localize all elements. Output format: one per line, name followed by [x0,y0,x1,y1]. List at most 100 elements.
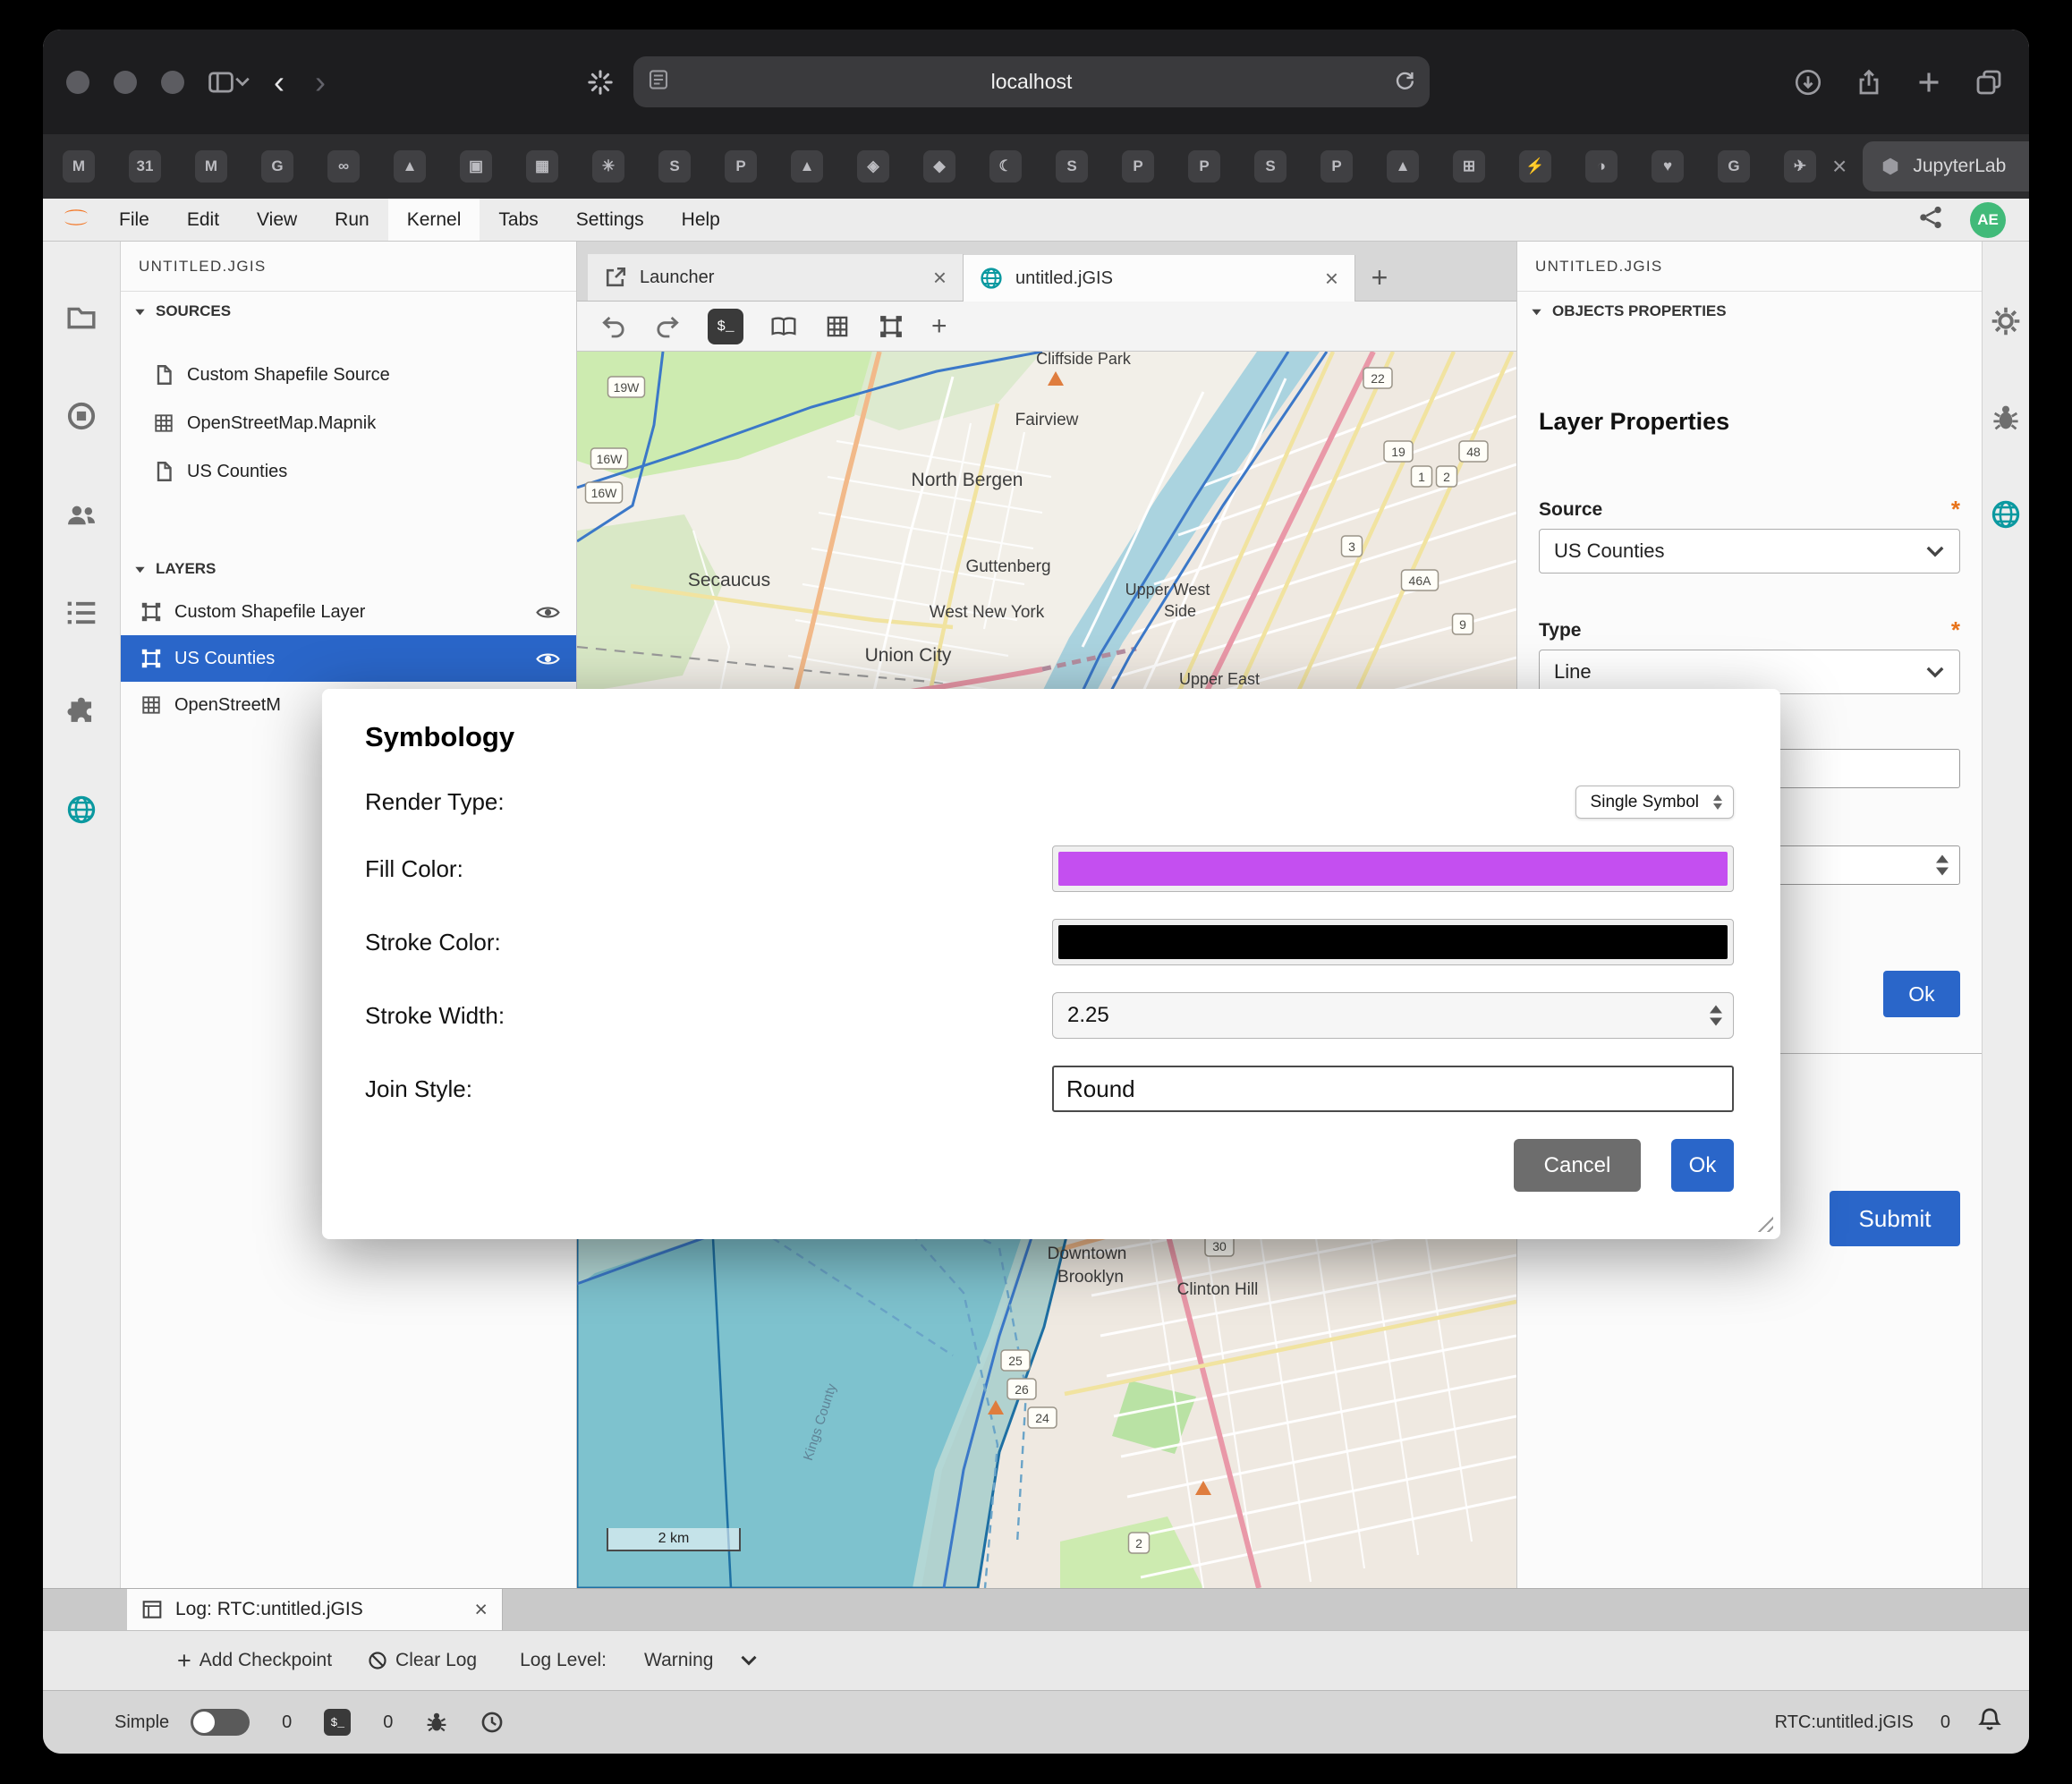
menu-run[interactable]: Run [316,199,388,241]
favicon[interactable]: ♥ [1652,150,1684,183]
layers-section-header[interactable]: LAYERS [121,549,576,589]
redo-icon[interactable] [654,314,681,339]
favicon[interactable]: ⊞ [1453,150,1485,183]
menu-view[interactable]: View [238,199,316,241]
debugger-icon[interactable] [1989,401,2023,435]
jgis-panel-icon[interactable] [1989,497,2023,531]
back-button[interactable]: ‹ [274,66,284,98]
favicon[interactable]: ✈ [1784,150,1816,183]
favicon[interactable]: ☾ [989,150,1022,183]
favicon[interactable]: ▲ [1387,150,1419,183]
fill-color-input[interactable] [1052,845,1734,892]
render-type-select[interactable]: Single Symbol [1575,786,1734,819]
undo-icon[interactable] [600,314,627,339]
visibility-eye-icon[interactable] [536,650,560,667]
favicon[interactable]: S [658,150,691,183]
layer-item[interactable]: Custom Shapefile Layer [121,589,576,635]
jgis-globe-icon[interactable] [64,793,98,827]
minimize-window-button[interactable] [114,71,137,94]
close-tab-icon[interactable]: × [1816,152,1863,181]
favicon[interactable]: S [1056,150,1088,183]
favicon[interactable]: ▦ [526,150,558,183]
file-browser-icon[interactable] [64,301,98,335]
favicon[interactable]: ⚡ [1519,150,1551,183]
reader-icon[interactable] [648,69,669,96]
table-of-contents-icon[interactable] [64,596,98,630]
active-browser-tab[interactable]: JupyterLab [1863,141,2029,191]
favicon[interactable]: M [63,150,95,183]
favicon[interactable]: G [261,150,293,183]
menu-file[interactable]: File [100,199,168,241]
add-checkpoint-button[interactable]: +Add Checkpoint [159,1631,350,1690]
type-select[interactable]: Line [1539,650,1960,694]
objects-properties-header[interactable]: OBJECTS PROPERTIES [1517,292,1982,331]
layer-item[interactable]: US Counties [121,635,576,682]
favicon[interactable]: ◆ [923,150,955,183]
running-sessions-icon[interactable] [64,399,98,433]
close-window-button[interactable] [66,71,89,94]
tab-overview-icon[interactable] [1975,69,2002,96]
source-select[interactable]: US Counties [1539,529,1960,573]
new-tab-icon[interactable] [1916,69,1941,96]
downloads-icon[interactable] [1795,69,1821,96]
favicon[interactable]: ✳ [592,150,624,183]
favicon[interactable]: S [1254,150,1287,183]
join-style-input[interactable] [1052,1066,1734,1112]
share-icon[interactable] [1918,205,1943,235]
console-icon[interactable]: $_ [708,309,743,344]
log-level-select[interactable]: Warning [644,1650,758,1671]
favicon[interactable]: ◈ [857,150,889,183]
close-log-icon[interactable]: × [474,1597,488,1623]
favicon[interactable]: P [1188,150,1220,183]
tab-untitled-jgis[interactable]: untitled.jGIS × [964,255,1355,302]
properties-ok-button[interactable]: Ok [1883,971,1960,1017]
favicon[interactable]: ◑ [1585,150,1618,183]
extensions-icon[interactable] [64,694,98,728]
favicon[interactable]: 31 [129,150,161,183]
sidebar-chevron-icon[interactable] [234,76,251,88]
favicon[interactable]: ▲ [791,150,823,183]
stepper-arrows-icon[interactable] [1710,1006,1722,1026]
menu-settings[interactable]: Settings [557,199,663,241]
stroke-width-input[interactable] [1053,1003,1631,1028]
new-raster-layer-icon[interactable] [824,314,851,339]
history-icon[interactable] [480,1711,504,1734]
clear-log-button[interactable]: Clear Log [350,1631,495,1690]
ok-button[interactable]: Ok [1671,1139,1734,1192]
stepper-arrows-icon[interactable] [1936,855,1949,876]
share-sheet-icon[interactable] [1855,69,1882,96]
forward-button[interactable]: › [315,66,326,98]
favicon[interactable]: P [725,150,757,183]
favicon[interactable]: M [195,150,227,183]
terminal-icon[interactable]: $_ [324,1709,351,1736]
dialog-resize-grip[interactable] [1754,1212,1773,1232]
cancel-button[interactable]: Cancel [1514,1139,1641,1192]
log-tab[interactable]: Log: RTC:untitled.jGIS × [127,1589,503,1630]
collaboration-icon[interactable] [64,497,98,531]
favicon[interactable]: G [1718,150,1750,183]
favicon[interactable]: P [1122,150,1154,183]
favicon[interactable]: ▣ [460,150,492,183]
debugger-status-icon[interactable] [425,1711,448,1734]
property-inspector-icon[interactable] [1989,304,2023,338]
source-item[interactable]: US Counties [121,447,576,496]
favicon[interactable]: ∞ [327,150,360,183]
menu-tabs[interactable]: Tabs [480,199,556,241]
visibility-eye-icon[interactable] [536,604,560,621]
reload-icon[interactable] [1394,69,1415,96]
menu-kernel[interactable]: Kernel [388,199,480,241]
close-tab-icon[interactable]: × [1325,265,1338,293]
favicon[interactable]: P [1320,150,1353,183]
new-tab-button[interactable]: + [1355,254,1404,301]
simple-mode-toggle[interactable] [191,1709,250,1736]
address-bar[interactable]: localhost [633,56,1430,107]
favicon[interactable]: ▲ [394,150,426,183]
bell-icon[interactable] [1977,1707,2002,1737]
menu-edit[interactable]: Edit [168,199,238,241]
new-vector-layer-icon[interactable] [878,314,904,339]
basemap-icon[interactable] [770,314,797,339]
menu-help[interactable]: Help [663,199,739,241]
user-avatar[interactable]: AE [1970,202,2006,238]
sources-section-header[interactable]: SOURCES [121,292,576,331]
add-layer-icon[interactable]: + [931,311,947,342]
